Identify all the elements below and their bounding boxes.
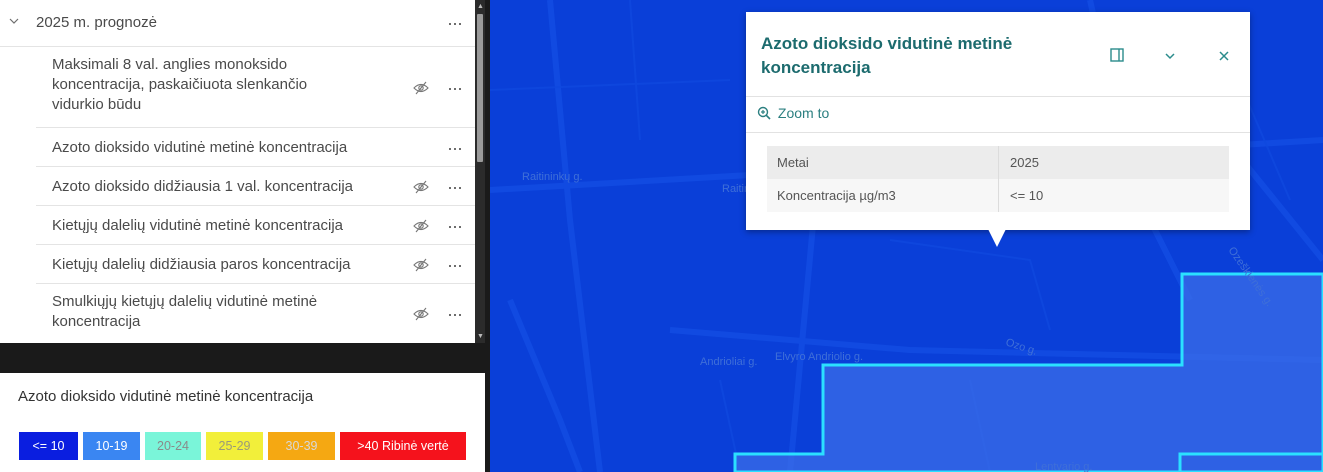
- attribute-row: Metai 2025: [767, 146, 1229, 179]
- scrollbar-thumb[interactable]: [477, 14, 483, 162]
- more-options-icon[interactable]: ···: [447, 256, 463, 274]
- layer-item-label: Smulkiųjų kietųjų dalelių vidutinė metin…: [52, 293, 318, 330]
- legend-item: 25-29: [206, 432, 263, 460]
- layer-item-label: Azoto dioksido vidutinė metinė koncentra…: [52, 139, 348, 156]
- popup-title: Azoto dioksido vidutinė metinė koncentra…: [761, 34, 1013, 77]
- attribute-separator: [998, 179, 999, 212]
- eye-off-icon[interactable]: [413, 180, 429, 194]
- layer-item-label: Kietųjų dalelių vidutinė metinė koncentr…: [52, 217, 344, 234]
- eye-off-icon[interactable]: [413, 219, 429, 233]
- attribute-key: Metai: [777, 155, 809, 170]
- layer-list-panel: 2025 m. prognozė ··· Maksimali 8 val. an…: [0, 0, 475, 343]
- chevron-down-icon[interactable]: [1164, 49, 1176, 67]
- chevron-down-icon[interactable]: [9, 16, 19, 29]
- street-label: Lentvario g.: [1035, 461, 1092, 472]
- layer-item-label: Maksimali 8 val. anglies monoksido konce…: [52, 56, 308, 113]
- more-options-icon[interactable]: ···: [447, 178, 463, 196]
- attribute-separator: [998, 146, 999, 179]
- layer-group-header[interactable]: 2025 m. prognozė ···: [0, 0, 475, 47]
- dock-icon[interactable]: [1110, 48, 1124, 67]
- feature-popup[interactable]: Azoto dioksido vidutinė metinė koncentra…: [746, 12, 1250, 230]
- zoom-in-icon: [757, 106, 771, 120]
- layer-item[interactable]: Smulkiųjų kietųjų dalelių vidutinė metin…: [36, 284, 475, 343]
- legend-item: >40 Ribinė vertė: [340, 432, 466, 460]
- eye-off-icon[interactable]: [413, 81, 429, 95]
- layer-group-title: 2025 m. prognozė: [36, 14, 157, 31]
- more-options-icon[interactable]: ···: [447, 305, 463, 323]
- layer-item[interactable]: Azoto dioksido vidutinė metinė koncentra…: [36, 128, 475, 167]
- more-options-icon[interactable]: ···: [447, 79, 463, 97]
- legend-item: 30-39: [268, 432, 335, 460]
- more-options-icon[interactable]: ···: [447, 217, 463, 235]
- layer-item[interactable]: Kietųjų dalelių vidutinė metinė koncentr…: [36, 206, 475, 245]
- legend-title: Azoto dioksido vidutinė metinė koncentra…: [18, 388, 314, 405]
- street-label: Andrioliai g.: [700, 356, 757, 368]
- layer-item[interactable]: Azoto dioksido didžiausia 1 val. koncent…: [36, 167, 475, 206]
- legend-item: 20-24: [145, 432, 201, 460]
- legend-item: 10-19: [83, 432, 140, 460]
- popup-divider: [746, 132, 1250, 133]
- legend-item: <= 10: [19, 432, 78, 460]
- panel-separator: [0, 343, 490, 373]
- attribute-value: <= 10: [1010, 188, 1044, 203]
- scroll-up-arrow-icon[interactable]: ▲: [477, 3, 484, 11]
- eye-off-icon[interactable]: [413, 307, 429, 321]
- legend-panel: Azoto dioksido vidutinė metinė koncentra…: [0, 373, 485, 472]
- layer-item-label: Kietųjų dalelių didžiausia paros koncent…: [52, 256, 351, 273]
- layer-item[interactable]: Maksimali 8 val. anglies monoksido konce…: [36, 47, 475, 128]
- street-label: Raitininkų g.: [522, 171, 583, 183]
- more-options-icon[interactable]: ···: [447, 139, 463, 157]
- more-options-icon[interactable]: ···: [447, 14, 463, 32]
- zoom-to-label: Zoom to: [777, 105, 830, 121]
- layer-item-label: Azoto dioksido didžiausia 1 val. koncent…: [52, 178, 354, 195]
- popup-divider: [746, 96, 1250, 97]
- layer-item[interactable]: Kietųjų dalelių didžiausia paros koncent…: [36, 245, 475, 284]
- popup-pointer: [988, 229, 1006, 247]
- close-icon[interactable]: [1218, 49, 1230, 67]
- attribute-value: 2025: [1010, 155, 1039, 170]
- attribute-row: Koncentracija µg/m3 <= 10: [767, 179, 1229, 212]
- scroll-down-arrow-icon[interactable]: ▼: [477, 333, 484, 341]
- street-label: Elvyro Andriolio g.: [775, 351, 863, 363]
- eye-off-icon[interactable]: [413, 258, 429, 272]
- attribute-key: Koncentracija µg/m3: [777, 188, 896, 203]
- zoom-to-link[interactable]: Zoom to: [757, 105, 829, 121]
